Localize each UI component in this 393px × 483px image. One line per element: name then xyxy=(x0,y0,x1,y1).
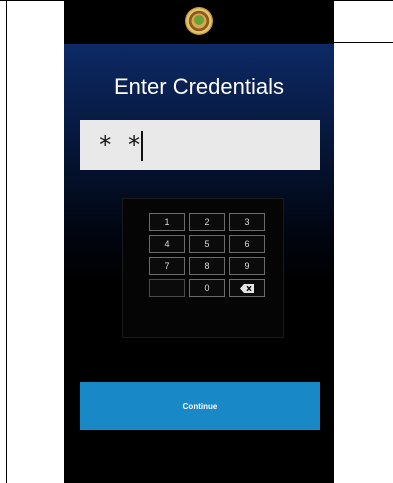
key-blank xyxy=(149,279,185,297)
phone-screen: Enter Credentials 1 2 3 4 5 6 7 8 9 0 xyxy=(64,0,334,483)
key-4[interactable]: 4 xyxy=(149,235,185,253)
backspace-key[interactable] xyxy=(229,279,265,297)
key-7[interactable]: 7 xyxy=(149,257,185,275)
credentials-input[interactable] xyxy=(80,120,320,170)
seal-center xyxy=(194,15,204,25)
continue-button[interactable]: Continue xyxy=(80,382,320,430)
key-0[interactable]: 0 xyxy=(189,279,225,297)
county-seal-icon xyxy=(186,8,212,34)
text-cursor xyxy=(141,131,143,161)
status-bar xyxy=(64,0,334,44)
numeric-keypad: 1 2 3 4 5 6 7 8 9 0 xyxy=(122,198,284,338)
page-title: Enter Credentials xyxy=(114,74,284,99)
key-1[interactable]: 1 xyxy=(149,213,185,231)
backspace-icon xyxy=(240,283,254,293)
keypad-grid: 1 2 3 4 5 6 7 8 9 0 xyxy=(149,213,265,297)
key-3[interactable]: 3 xyxy=(229,213,265,231)
key-8[interactable]: 8 xyxy=(189,257,225,275)
key-9[interactable]: 9 xyxy=(229,257,265,275)
key-2[interactable]: 2 xyxy=(189,213,225,231)
key-5[interactable]: 5 xyxy=(189,235,225,253)
table-border-left xyxy=(6,0,7,483)
key-6[interactable]: 6 xyxy=(229,235,265,253)
